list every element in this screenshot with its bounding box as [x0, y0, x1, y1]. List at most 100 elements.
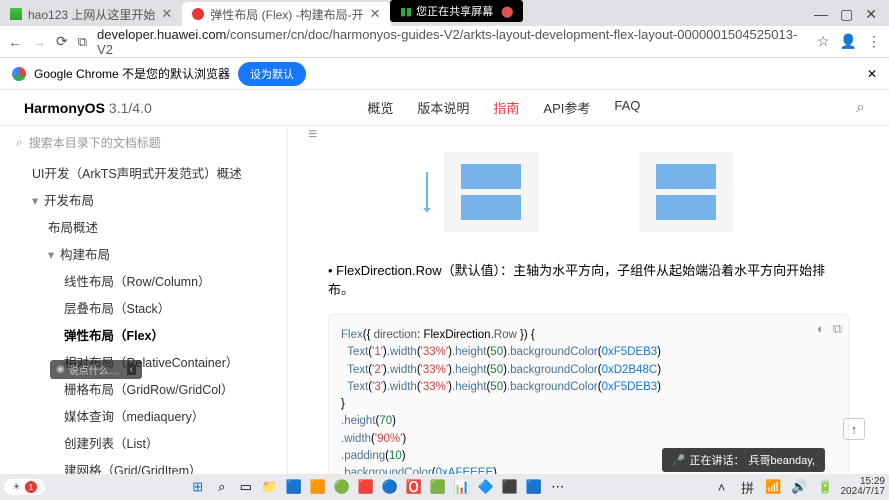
tree-item[interactable]: 栅格布局（GridRow/GridCol） [0, 375, 287, 402]
search-icon[interactable]: ⌕ [856, 99, 865, 117]
tree-item[interactable]: 相对布局（RelativeContainer） [0, 348, 287, 375]
overlay-text: 说点什么… [69, 362, 119, 377]
tab-flex-layout[interactable]: 弹性布局 (Flex) -构建布局-开 ✕ [182, 2, 390, 26]
copy-icon[interactable]: ⧉ [833, 321, 842, 337]
share-indicator-icon: ▮▮ [400, 5, 412, 18]
voice-overlay[interactable]: ◉ 说点什么… ‹ [50, 360, 142, 379]
forward-icon: → [32, 34, 46, 50]
profile-icon[interactable]: 👤 [840, 33, 857, 50]
doc-tree: UI开发（ArkTS声明式开发范式）概述 ▾开发布局 布局概述 ▾构建布局 线性… [0, 159, 287, 500]
flex-block [461, 195, 521, 220]
reload-icon[interactable]: ⟳ [56, 33, 68, 50]
tree-item[interactable]: ▾开发布局 [0, 186, 287, 213]
favicon-hao123 [10, 8, 22, 20]
collapse-icon[interactable]: ▾ [48, 247, 60, 262]
app-icon[interactable]: 🔵 [379, 477, 401, 497]
chevron-left-icon[interactable]: ‹ [127, 364, 136, 375]
app-icon[interactable]: 🅾️ [403, 477, 425, 497]
app-icon[interactable]: 🟩 [427, 477, 449, 497]
speaking-label: 正在讲话： [690, 452, 745, 468]
url-domain: developer.huawei.com [97, 27, 226, 42]
tab-close-icon[interactable]: ✕ [161, 6, 172, 22]
collapse-icon[interactable]: ▾ [32, 193, 44, 208]
tab-title: 弹性布局 (Flex) -构建布局-开 [210, 6, 363, 23]
bullet-text: • FlexDirection.Row（默认值）：主轴为水平方向，子组件从起始端… [304, 252, 873, 306]
tray-up-icon[interactable]: ˄ [711, 477, 733, 497]
volume-icon[interactable]: 🔊 [789, 477, 811, 497]
stop-share-icon[interactable]: ⬤ [501, 5, 513, 18]
tree-item[interactable]: ▾构建布局 [0, 240, 287, 267]
app-icon[interactable]: 🟥 [355, 477, 377, 497]
edge-icon[interactable]: 🟢 [331, 477, 353, 497]
explorer-icon[interactable]: 📁 [259, 477, 281, 497]
favicon-huawei [192, 8, 204, 20]
tree-item[interactable]: UI开发（ArkTS声明式开发范式）概述 [0, 159, 287, 186]
close-icon[interactable]: ✕ [865, 6, 877, 23]
nav-faq[interactable]: FAQ [614, 98, 640, 117]
flex-block [461, 164, 521, 189]
sidebar-search[interactable]: ⌕ 搜索本目录下的文档标题 [16, 134, 271, 151]
search-placeholder: 搜索本目录下的文档标题 [29, 134, 161, 151]
tree-item[interactable]: 布局概述 [0, 213, 287, 240]
theme-toggle-icon[interactable]: ◐ [817, 321, 825, 337]
chrome-icon [12, 67, 26, 81]
wifi-icon[interactable]: 📶 [763, 477, 785, 497]
share-text: 您正在共享屏幕 [416, 3, 493, 19]
minimize-icon[interactable]: — [814, 6, 828, 23]
back-icon[interactable]: ← [8, 34, 22, 50]
clock[interactable]: 15:29 2024/7/17 [841, 477, 886, 497]
menu-icon[interactable]: ⋮ [867, 33, 881, 50]
weather-widget[interactable]: ☀1 [4, 479, 45, 495]
toc-toggle-icon[interactable]: ≡ [304, 126, 321, 147]
maximize-icon[interactable]: ▢ [840, 6, 853, 23]
tree-item[interactable]: 媒体查询（mediaquery） [0, 402, 287, 429]
taskview-icon[interactable]: ▭ [235, 477, 257, 497]
app-icon[interactable]: ⋯ [547, 477, 569, 497]
tab-close-icon[interactable]: ✕ [370, 6, 381, 22]
site-header: HarmonyOS3.1/4.0 概览 版本说明 指南 API参考 FAQ ⌕ [0, 90, 889, 126]
app-icon[interactable]: 🟦 [523, 477, 545, 497]
mic-icon: ◉ [56, 364, 65, 375]
bookmark-icon[interactable]: ☆ [817, 33, 830, 50]
lang-icon[interactable]: 拼 [737, 477, 759, 497]
sidebar: ⌕ 搜索本目录下的文档标题 UI开发（ArkTS声明式开发范式）概述 ▾开发布局 … [0, 126, 288, 500]
flex-block [656, 195, 716, 220]
window-controls: — ▢ ✕ [802, 6, 889, 23]
app-icon[interactable]: 🟦 [283, 477, 305, 497]
battery-icon[interactable]: 🔋 [815, 477, 837, 497]
infobar-close-icon[interactable]: ✕ [867, 67, 877, 81]
tree-item[interactable]: 创建列表（List） [0, 429, 287, 456]
scroll-top-icon[interactable]: ↑ [843, 418, 865, 440]
nav-release[interactable]: 版本说明 [417, 98, 469, 117]
app-icon[interactable]: 🟧 [307, 477, 329, 497]
lock-icon[interactable]: ⧉ [78, 34, 87, 50]
tree-item[interactable]: 线性布局（Row/Column） [0, 267, 287, 294]
tab-title: hao123 上网从这里开始 [28, 6, 155, 23]
nav-guide[interactable]: 指南 [493, 98, 519, 117]
app-icon[interactable]: 📊 [451, 477, 473, 497]
tab-hao123[interactable]: hao123 上网从这里开始 ✕ [0, 2, 182, 26]
start-icon[interactable]: ⊞ [187, 477, 209, 497]
code-actions: ◐ ⧉ [817, 321, 842, 337]
tree-item[interactable]: 层叠布局（Stack） [0, 294, 287, 321]
screen-share-banner: ▮▮ 您正在共享屏幕 ⬤ [390, 0, 523, 22]
default-browser-infobar: Google Chrome 不是您的默认浏览器 设为默认 ✕ [0, 58, 889, 90]
nav-overview[interactable]: 概览 [367, 98, 393, 117]
search-icon[interactable]: ⌕ [211, 477, 233, 497]
diagram-col-rev [639, 152, 734, 232]
diagram-col [444, 152, 539, 232]
notif-badge: 1 [25, 481, 37, 493]
clock-date: 2024/7/17 [841, 487, 886, 497]
taskbar: ☀1 ⊞ ⌕ ▭ 📁 🟦 🟧 🟢 🟥 🔵 🅾️ 🟩 📊 🔷 ⬛ 🟦 ⋯ ˄ 拼 … [0, 474, 889, 500]
set-default-button[interactable]: 设为默认 [238, 62, 306, 86]
nav-api[interactable]: API参考 [543, 98, 590, 117]
arrow-down-icon [426, 172, 428, 212]
app-icon[interactable]: ⬛ [499, 477, 521, 497]
url-field[interactable]: developer.huawei.com/consumer/cn/doc/har… [97, 27, 807, 57]
brand: HarmonyOS3.1/4.0 [24, 100, 152, 116]
tree-item-active[interactable]: 弹性布局（Flex） [0, 321, 287, 348]
app-icon[interactable]: 🔷 [475, 477, 497, 497]
search-icon: ⌕ [16, 135, 23, 150]
mic-icon: 🎤 [672, 454, 686, 467]
brand-version: 3.1/4.0 [109, 100, 152, 116]
